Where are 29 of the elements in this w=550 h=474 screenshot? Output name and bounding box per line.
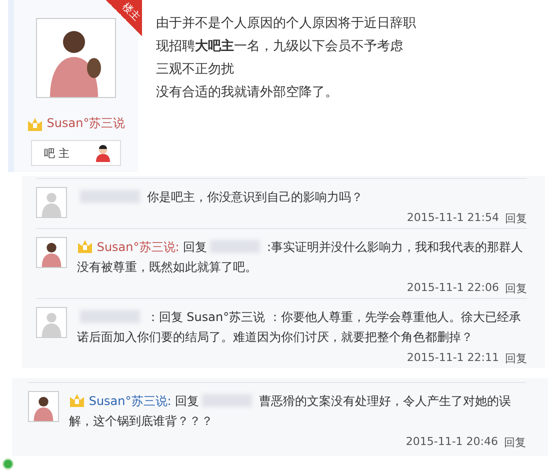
post-text: 三观不正勿扰: [156, 61, 235, 78]
username[interactable]: Susan°苏三说: [46, 115, 126, 132]
comment-text: Susan°苏三说: 回复 曹恶猾的文案没有处理好，令人产生了对她的误解，这个锅到底谁背？？？: [69, 392, 512, 430]
reply-link[interactable]: 回复: [505, 351, 527, 366]
comment-text: ：回复 Susan°苏三说 ：你要他人尊重，先学会尊重他人。徐大已经承诺后面加入你们要的结局了。难道因为你们讨厌，就要把整个角色都删掉？: [77, 309, 522, 346]
timestamp: 2015-11-1 22:06: [406, 281, 499, 296]
reply-link[interactable]: 回复: [505, 211, 527, 226]
person-icon: [94, 144, 112, 162]
post-text: 没有合适的我就请外部空降了。: [156, 84, 339, 101]
timestamp: 2015-11-1 22:11: [406, 351, 499, 366]
post-text: 现招聘大吧主一名，九级以下会员不予考虑: [156, 38, 404, 55]
status-icon: [2, 458, 14, 470]
avatar-icon[interactable]: [28, 391, 59, 422]
reply-link[interactable]: 回复: [505, 281, 527, 296]
reply-link[interactable]: 回复: [504, 435, 526, 450]
post-text: 由于并不是个人原因的个人原因将于近日辞职: [156, 15, 416, 32]
timestamp: 2015-11-1 20:46: [406, 435, 498, 450]
ribbon-badge: 楼主: [106, 0, 142, 36]
crown-icon: [77, 239, 93, 253]
username[interactable]: Susan°苏三说:: [96, 240, 180, 254]
role-label: 吧 主: [44, 146, 70, 160]
avatar-icon[interactable]: [36, 237, 67, 268]
avatar-icon[interactable]: [36, 18, 116, 98]
comment-text: Susan°苏三说: 回复 :事实证明并没什么影响力，我和我代表的那群人没有被尊重，既然如此就算了吧。: [77, 238, 524, 276]
crown-icon: [26, 116, 43, 130]
username[interactable]: Susan°苏三说:: [88, 394, 172, 408]
timestamp: 2015-11-1 21:54: [406, 211, 499, 226]
comment-text: 你是吧主，你没意识到自己的影响力吗？: [77, 187, 527, 207]
crown-icon: [69, 393, 85, 407]
